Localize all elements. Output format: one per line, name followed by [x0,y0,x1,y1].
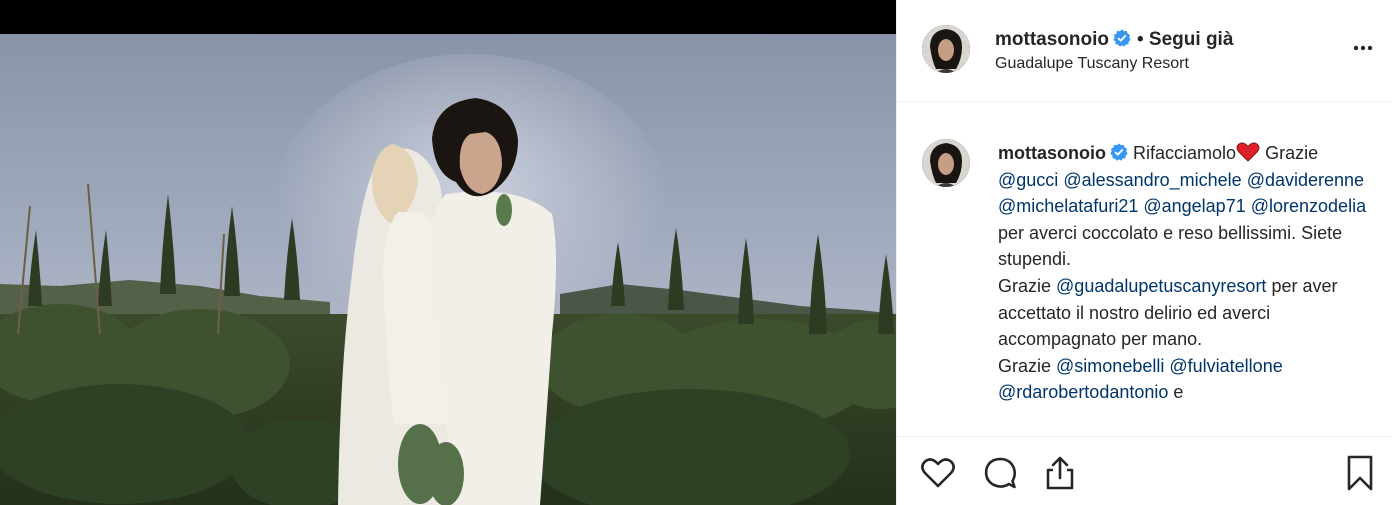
caption-text: per averci coccolato e reso bellissimi. … [998,222,1343,270]
caption-area: mottasonoio Rifacciamolo Grazie @gucci @… [897,102,1392,436]
red-heart-emoji [1236,142,1260,162]
caption-text: Rifacciamolo [1133,143,1237,163]
mention-link[interactable]: @gucci [998,170,1058,190]
mention-link[interactable]: @angelap71 [1143,196,1245,216]
verified-badge-icon [1110,142,1128,161]
mention-link[interactable]: @guadalupetuscanyresort [1056,276,1266,296]
caption-username[interactable]: mottasonoio [998,143,1106,163]
post-username[interactable]: mottasonoio [995,29,1109,50]
caption-text: e [1173,382,1184,403]
mention-link[interactable]: @simonebelli [1056,356,1164,376]
mention-link[interactable]: @alessandro_michele [1063,170,1241,190]
bookmark-icon[interactable] [1341,454,1379,492]
more-options-icon[interactable] [1351,36,1375,60]
post-actions-bar [897,436,1392,505]
caption-thanks: Grazie [998,275,1052,296]
post-side-panel: mottasonoio • Segui già Guadalupe Tuscany… [896,0,1392,505]
post-location[interactable]: Guadalupe Tuscany Resort [995,55,1189,73]
post-header: mottasonoio • Segui già Guadalupe Tuscany… [897,0,1392,102]
post-caption: mottasonoio Rifacciamolo Grazie @gucci @… [998,140,1378,406]
caption-avatar[interactable] [922,139,970,187]
post-photo[interactable] [0,34,896,505]
mention-link[interactable]: @michelatafuri21 [998,196,1138,216]
follow-status-button[interactable]: • Segui già [1137,29,1233,50]
caption-thanks: Grazie [998,355,1052,376]
mention-link[interactable]: @rdarobertodantonio [998,382,1168,402]
heart-outline-icon[interactable] [919,454,957,492]
verified-badge-icon [1113,29,1131,47]
mention-link[interactable]: @daviderenne [1247,170,1364,190]
post-author-line: mottasonoio • Segui già [995,29,1233,51]
comment-bubble-icon[interactable] [981,454,1019,492]
avatar[interactable] [922,25,970,73]
caption-thanks: Grazie [1265,143,1319,163]
mention-link[interactable]: @lorenzodelia [1251,196,1366,216]
share-upload-icon[interactable] [1041,454,1079,492]
instagram-post-view: mottasonoio • Segui già Guadalupe Tuscany… [0,0,1392,505]
mention-link[interactable]: @fulviatellone [1169,356,1282,376]
post-media[interactable] [0,0,896,505]
